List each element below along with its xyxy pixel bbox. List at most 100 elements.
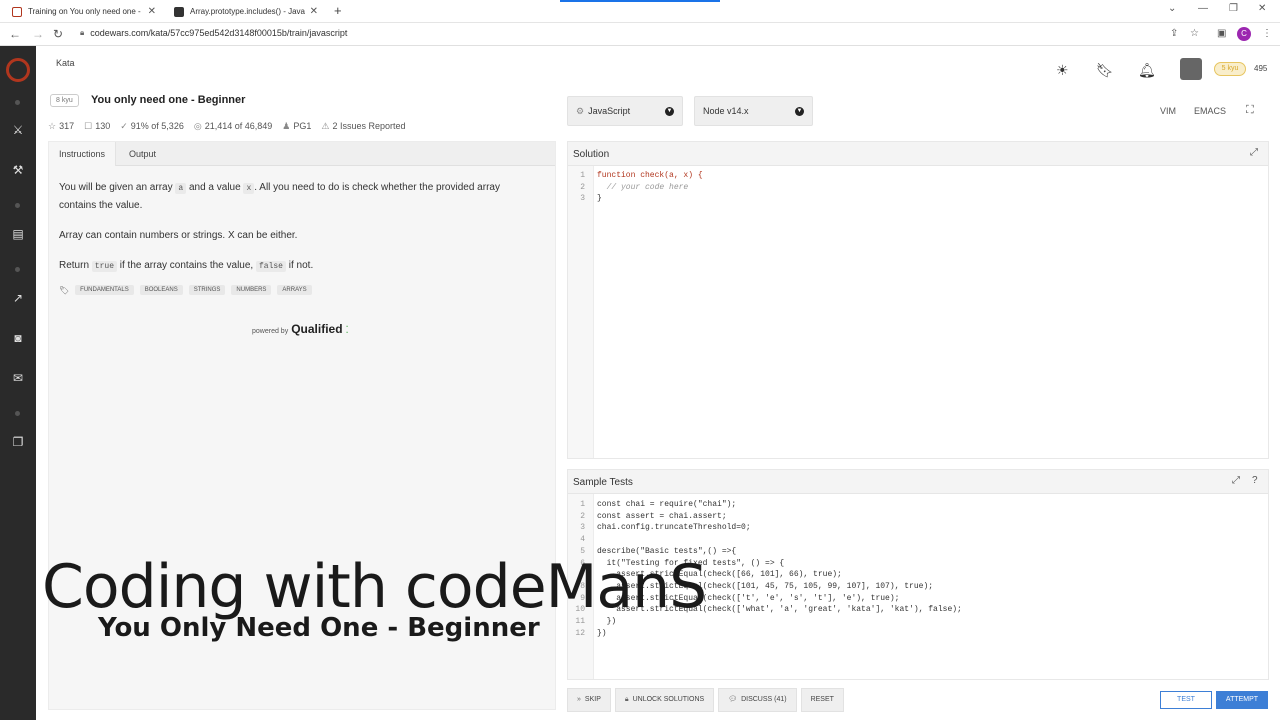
breadcrumb-kata[interactable]: Kata <box>56 58 75 68</box>
tag-arrays[interactable]: ARRAYS <box>277 285 312 295</box>
bookmarks-icon[interactable]: 🔖︎ <box>1096 62 1114 79</box>
tag-strings[interactable]: STRINGS <box>188 285 226 295</box>
nav-separator <box>15 267 20 272</box>
bookmark-icon: ☐ <box>84 121 93 131</box>
solution-editor[interactable]: Solution ⤢ 1 function check(a, x) { 2 // … <box>567 141 1269 459</box>
test-button[interactable]: TEST <box>1160 691 1212 709</box>
lock-icon: 🔒︎ <box>80 28 85 37</box>
more-menu-icon[interactable]: ⋮ <box>1262 28 1272 39</box>
fullscreen-icon[interactable]: ⛶ <box>1246 104 1254 117</box>
forward-icon[interactable]: → <box>32 27 44 41</box>
practice-icon[interactable]: ⚒ <box>10 163 26 177</box>
tab-title: Training on You only need one - <box>28 7 141 16</box>
kata-description: You will be given an array a and a value… <box>59 182 500 272</box>
new-tab-icon[interactable]: + <box>334 3 342 18</box>
tag-numbers[interactable]: NUMBERS <box>231 285 272 295</box>
reset-button[interactable]: RESET <box>800 688 844 712</box>
code-line: 1 const chai = require("chai"); <box>580 500 737 509</box>
panel-tabs: Instructions Output <box>49 142 555 166</box>
thumbs-up-icon: ✓ <box>120 121 128 131</box>
tab-title: Array.prototype.includes() - Java <box>190 7 306 16</box>
qualified-logo-icon: ⁚ <box>345 325 349 336</box>
chevron-down-icon: ▼ <box>665 106 674 116</box>
codewars-logo[interactable] <box>6 58 30 82</box>
inline-code: a <box>175 183 187 194</box>
line-gutter <box>568 166 594 458</box>
left-nav: ⚔ ⚒ ▤ ↗ ◙ ✉ ❐ <box>0 46 36 720</box>
kata-tags: 🏷︎ FUNDAMENTALS BOOLEANS STRINGS NUMBERS… <box>59 285 312 295</box>
satisfaction-stat: ✓ 91% of 5,326 <box>120 121 184 131</box>
back-icon[interactable]: ← <box>9 27 21 41</box>
inline-code: x <box>243 183 255 194</box>
favorites-stat: ☐ 130 <box>84 121 111 131</box>
reload-icon[interactable]: ↻ <box>53 27 63 41</box>
minimize-icon[interactable]: — <box>1198 3 1208 14</box>
emacs-mode-toggle[interactable]: EMACS <box>1194 106 1226 116</box>
chat-icon[interactable]: ✉ <box>10 371 26 385</box>
code-line: 2 const assert = chai.assert; <box>580 511 727 521</box>
discord-icon[interactable]: ◙ <box>10 331 26 345</box>
restore-icon[interactable]: ❐ <box>1229 3 1238 14</box>
code-line: 3} <box>580 194 602 204</box>
language-icon: ⚙ <box>576 105 585 116</box>
solution-title: Solution <box>573 149 610 160</box>
docs-book-icon[interactable]: ❐ <box>10 435 26 449</box>
attempt-button[interactable]: ATTEMPT <box>1216 691 1268 709</box>
bookmark-star-icon[interactable]: ☆ <box>1190 28 1199 39</box>
close-window-icon[interactable]: ✕ <box>1258 3 1266 14</box>
browser-tab-active[interactable]: Training on You only need one - ✕ <box>4 1 164 22</box>
solution-code[interactable]: 1 function check(a, x) { 2 // your code h… <box>568 170 702 205</box>
skip-button[interactable]: » SKIP <box>567 688 611 712</box>
star-icon: ☆ <box>48 121 57 131</box>
briefcase-icon[interactable]: ▤ <box>10 227 26 241</box>
unlock-solutions-button[interactable]: 🔒︎ UNLOCK SOLUTIONS <box>614 688 715 712</box>
discuss-button[interactable]: 💬︎ DISCUSS (41) <box>718 688 797 712</box>
help-icon[interactable]: ? <box>1252 475 1258 486</box>
runtime-select[interactable]: Node v14.x ▼ <box>694 96 813 126</box>
tab-search-icon[interactable]: ⌄ <box>1168 3 1176 14</box>
warning-icon: ⚠ <box>321 121 330 131</box>
honor-count: 495 <box>1254 64 1268 73</box>
issues-stat[interactable]: ⚠ 2 Issues Reported <box>321 121 405 132</box>
expand-icon[interactable]: ⤢ <box>1232 475 1240 486</box>
code-line: 4 <box>580 535 585 545</box>
kata-title: You only need one - Beginner <box>91 94 246 106</box>
leaderboard-icon[interactable]: ↗ <box>10 291 26 305</box>
sample-tests-title: Sample Tests <box>573 477 633 488</box>
close-tab-icon[interactable]: ✕ <box>310 6 318 17</box>
sample-tests-header: Sample Tests ⤢ ? <box>568 470 1268 494</box>
language-select[interactable]: ⚙ JavaScript ▼ <box>567 96 683 126</box>
vim-mode-toggle[interactable]: VIM <box>1160 106 1176 116</box>
comments-icon: 💬︎ <box>728 696 738 703</box>
close-tab-icon[interactable]: ✕ <box>148 6 156 17</box>
rank-badge: 5 kyu <box>1214 62 1246 76</box>
side-panel-icon[interactable]: ▣ <box>1217 28 1226 39</box>
nav-separator <box>15 411 20 416</box>
inline-code: true <box>91 261 117 272</box>
solution-header: Solution ⤢ <box>568 142 1268 166</box>
lock-icon: 🔒︎ <box>624 696 629 703</box>
codewars-favicon-icon <box>12 6 22 17</box>
mdn-favicon-icon <box>174 6 184 17</box>
author-stat[interactable]: ♟ PG1 <box>282 121 311 132</box>
expand-icon[interactable]: ⤢ <box>1250 147 1258 158</box>
url-field[interactable]: 🔒︎ codewars.com/kata/57cc975ed542d3148f0… <box>80 28 347 38</box>
training-icon[interactable]: ⚔ <box>10 123 26 137</box>
theme-toggle-icon[interactable]: ☀ <box>1056 62 1069 79</box>
share-icon[interactable]: ⇪ <box>1170 28 1178 39</box>
browser-tab-mdn[interactable]: Array.prototype.includes() - Java ✕ <box>166 1 326 22</box>
tag-booleans[interactable]: BOOLEANS <box>139 285 183 295</box>
nav-separator <box>15 100 20 105</box>
tag-fundamentals[interactable]: FUNDAMENTALS <box>75 285 134 295</box>
browser-tabbar: Training on You only need one - ✕ Array.… <box>0 0 1280 23</box>
kyu-badge: 8 kyu <box>50 94 79 107</box>
profile-avatar[interactable]: C <box>1237 27 1251 41</box>
tab-instructions[interactable]: Instructions <box>49 142 117 166</box>
nav-separator <box>15 203 20 208</box>
target-icon: ◎ <box>193 121 202 131</box>
powered-by-qualified[interactable]: powered by Qualified ⁚ <box>252 322 349 336</box>
notifications-bell-icon[interactable]: 🔔︎ <box>1138 62 1156 79</box>
tag-icon: 🏷︎ <box>59 285 70 295</box>
tab-output[interactable]: Output <box>119 142 166 166</box>
user-avatar[interactable] <box>1180 58 1202 80</box>
